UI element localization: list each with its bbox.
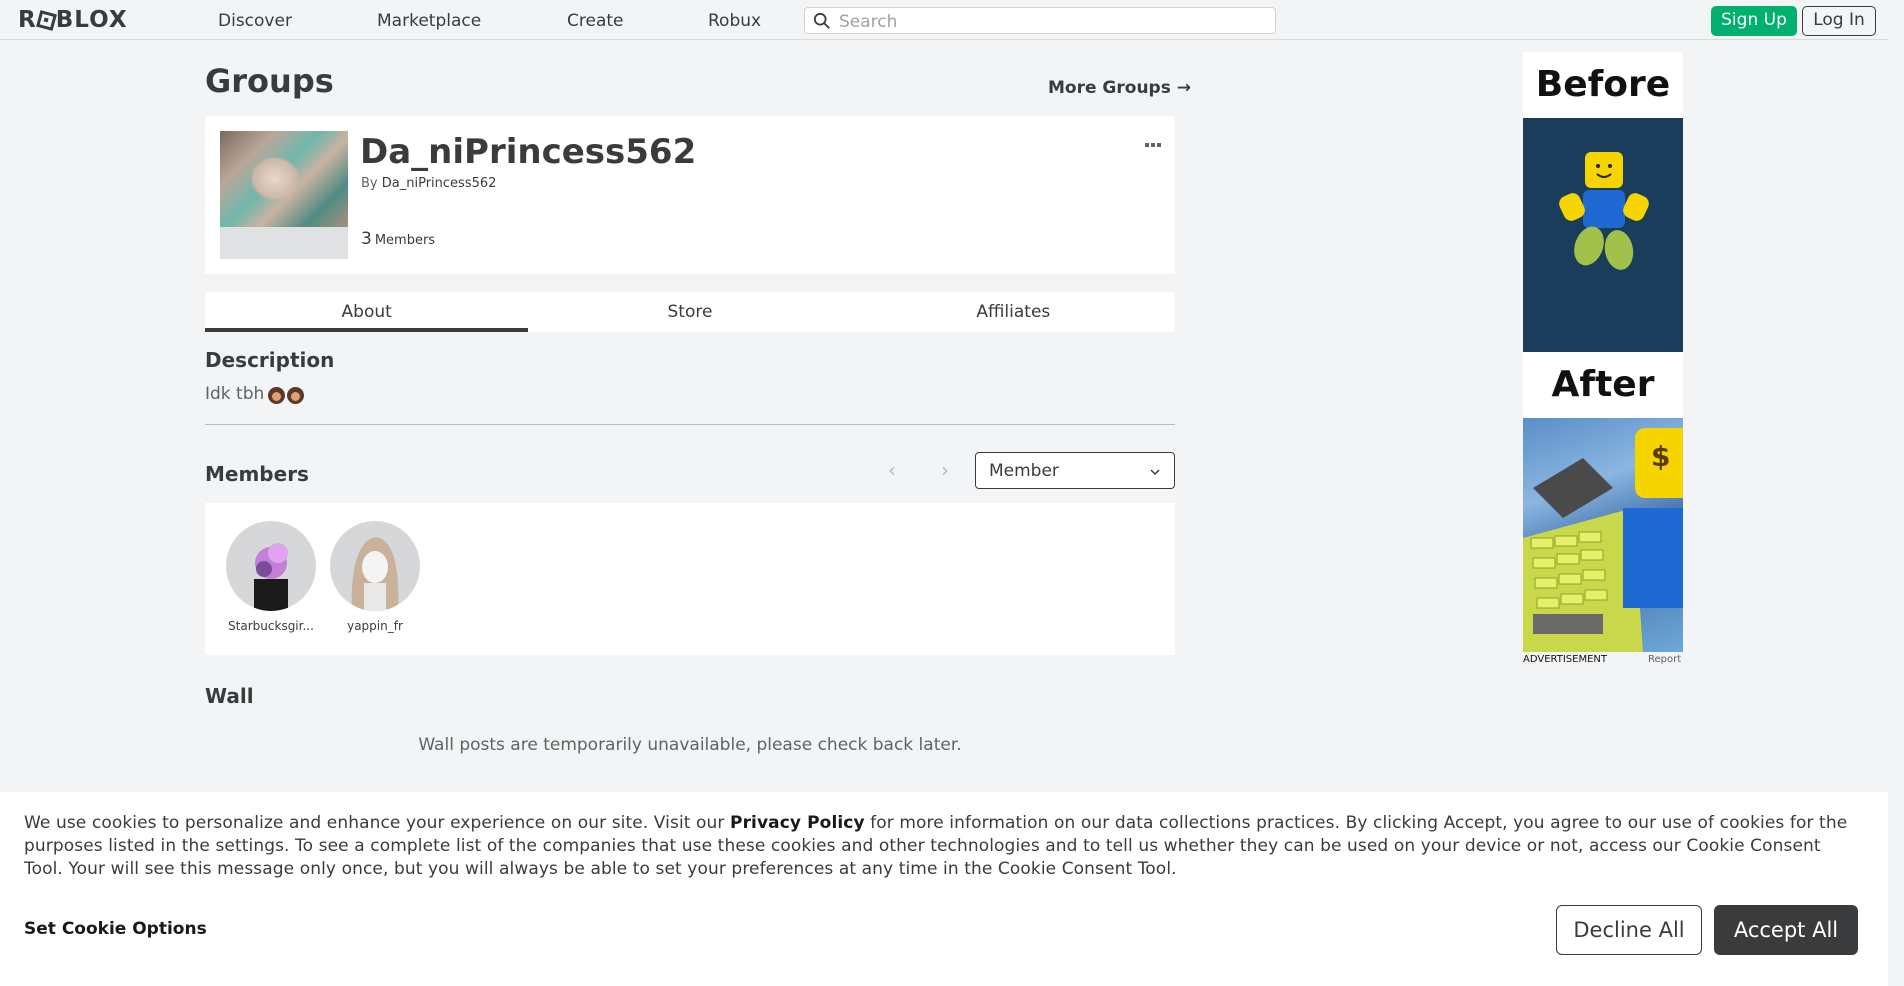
group-tabs: About Store Affiliates xyxy=(205,292,1175,332)
chevron-left-icon[interactable]: ‹ xyxy=(888,458,896,482)
avatar[interactable] xyxy=(226,521,316,611)
set-cookie-options-link[interactable]: Set Cookie Options xyxy=(24,919,207,939)
chevron-down-icon xyxy=(1150,469,1160,476)
ad-before-text: Before xyxy=(1535,64,1671,105)
member-tile[interactable]: yappin_fr xyxy=(329,521,421,633)
by-label: By xyxy=(361,176,378,191)
log-in-button[interactable]: Log In xyxy=(1802,6,1876,36)
member-count-value: 3 xyxy=(361,229,372,249)
member-name[interactable]: Starbucksgir... xyxy=(225,619,317,633)
role-dropdown[interactable]: Member xyxy=(975,452,1175,489)
member-name[interactable]: yappin_fr xyxy=(329,619,421,633)
svg-text:$: $ xyxy=(1651,440,1670,473)
avatar[interactable] xyxy=(330,521,420,611)
description-title: Description xyxy=(205,348,335,372)
privacy-policy-link[interactable]: Privacy Policy xyxy=(730,813,865,833)
wall-title: Wall xyxy=(205,684,254,708)
group-owner: By Da_niPrincess562 xyxy=(361,176,496,191)
accept-all-button[interactable]: Accept All xyxy=(1714,905,1858,955)
group-header-card: Da_niPrincess562 By Da_niPrincess562 3 Me… xyxy=(205,116,1175,274)
description-body: Idk tbh xyxy=(205,384,265,404)
nav-marketplace[interactable]: Marketplace xyxy=(377,11,481,31)
search-input[interactable]: Search xyxy=(804,7,1276,34)
sign-up-button[interactable]: Sign Up xyxy=(1711,6,1797,36)
top-nav-bar: R BLOX Discover Marketplace Create Robux … xyxy=(0,0,1904,40)
group-emblem-photo xyxy=(220,131,348,227)
section-divider xyxy=(205,424,1175,425)
ad-report-link[interactable]: Report xyxy=(1648,654,1681,665)
emoji-icon xyxy=(287,386,305,404)
member-count: 3 Members xyxy=(361,229,435,249)
cookie-banner: We use cookies to personalize and enhanc… xyxy=(0,792,1888,986)
role-selected: Member xyxy=(989,461,1059,481)
chevron-right-icon[interactable]: › xyxy=(941,458,949,482)
member-count-label: Members xyxy=(374,233,436,248)
nav-discover[interactable]: Discover xyxy=(218,11,292,31)
ad-after-image: $ xyxy=(1523,418,1683,652)
group-owner-link[interactable]: Da_niPrincess562 xyxy=(382,176,497,191)
nav-robux[interactable]: Robux xyxy=(708,11,761,31)
search-icon xyxy=(813,12,830,29)
page-scrollbar[interactable] xyxy=(1888,0,1904,986)
tab-affiliates[interactable]: Affiliates xyxy=(852,292,1175,332)
group-emblem xyxy=(220,131,348,259)
decline-all-button[interactable]: Decline All xyxy=(1556,905,1702,955)
tab-store[interactable]: Store xyxy=(528,292,851,332)
ad-label: ADVERTISEMENT xyxy=(1523,654,1608,665)
tab-about[interactable]: About xyxy=(205,292,529,332)
page-title: Groups xyxy=(205,62,334,100)
search-placeholder: Search xyxy=(839,12,898,32)
logo-o-icon xyxy=(35,9,57,31)
nav-create[interactable]: Create xyxy=(567,11,624,31)
ad-before-image xyxy=(1523,118,1683,352)
cookie-message: We use cookies to personalize and enhanc… xyxy=(24,813,1848,879)
advertisement-banner[interactable]: Before After $ xyxy=(1523,52,1683,652)
ad-after-text: After xyxy=(1551,364,1655,405)
more-groups-link[interactable]: More Groups → xyxy=(1048,78,1191,98)
description-text: Idk tbh xyxy=(205,384,305,404)
roblox-logo[interactable]: R BLOX xyxy=(18,6,128,34)
wall-message: Wall posts are temporarily unavailable, … xyxy=(418,735,962,755)
group-name: Da_niPrincess562 xyxy=(360,132,697,172)
more-options-icon[interactable] xyxy=(1145,132,1163,147)
members-list: Starbucksgir... yappin_fr xyxy=(205,503,1175,655)
member-tile[interactable]: Starbucksgir... xyxy=(225,521,317,633)
members-title: Members xyxy=(205,462,309,486)
emoji-icon xyxy=(268,386,286,404)
